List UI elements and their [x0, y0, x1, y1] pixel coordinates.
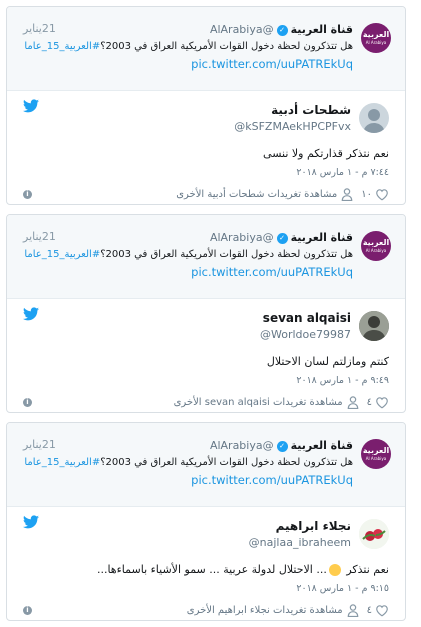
quoted-media-link[interactable]: pic.twitter.com/uuPATREkUq	[191, 57, 353, 71]
alarabiya-avatar[interactable]: العربية Al Arabiya	[361, 231, 391, 261]
avatar-logo-text: العربية	[362, 30, 390, 39]
quoted-media-link[interactable]: pic.twitter.com/uuPATREkUq	[191, 473, 353, 487]
like-count: ٤	[366, 605, 372, 616]
reply-footer: i ١٠ مشاهدة تغريدات شطحات أدبية الأخرى	[23, 188, 389, 204]
info-icon[interactable]: i	[23, 606, 32, 615]
verified-badge-icon: ✓	[276, 24, 288, 36]
user-avatar[interactable]	[359, 311, 389, 341]
flower-bouquet-icon	[359, 519, 389, 549]
quoted-text-body: هل تتذكرون لحظة دخول القوات الأمريكية ال…	[100, 457, 353, 468]
twitter-bird-icon[interactable]	[23, 307, 39, 321]
like-count: ٤	[366, 397, 372, 408]
reply-author-handle[interactable]: @najlaa_ibraheem	[249, 536, 351, 549]
reply-timestamp-link[interactable]: ٩:١٥ م - ١ مارس ٢٠١٨	[296, 583, 389, 594]
view-profile-tweets-link[interactable]: مشاهدة تغريدات sevan alqaisi الأخرى	[174, 397, 343, 408]
reply-tweet: sevan alqaisi @Worldoe79987 كنتم ومازلتم…	[7, 299, 405, 412]
quoted-tweet[interactable]: العربية Al Arabiya قناة العربية✓@AlArabi…	[7, 215, 405, 299]
hashtag-link[interactable]: #العربية_15_عاما	[24, 41, 100, 52]
quoted-media-link[interactable]: pic.twitter.com/uuPATREkUq	[191, 265, 353, 279]
reply-tweet: نجلاء ابراهيم @najlaa_ibraheem نعم نتذكر…	[7, 507, 405, 620]
quoted-author[interactable]: قناة العربية✓@AlArabiya	[210, 439, 353, 452]
reply-text: كنتم ومازلتم لسان الاحتلال	[266, 355, 389, 368]
quoted-text: هل تتذكرون لحظة دخول القوات الأمريكية ال…	[24, 41, 353, 52]
quoted-author-name[interactable]: قناة العربية	[291, 231, 353, 244]
avatar-logo-text: العربية	[362, 238, 390, 247]
pensive-face-emoji-icon	[328, 564, 341, 576]
heart-icon[interactable]	[375, 604, 389, 617]
heart-icon[interactable]	[375, 396, 389, 409]
quoted-tweet[interactable]: العربية Al Arabiya قناة العربية✓@AlArabi…	[7, 423, 405, 507]
avatar-logo-subtext: Al Arabiya	[365, 248, 387, 253]
quoted-author-handle[interactable]: @AlArabiya	[210, 231, 274, 244]
quoted-text: هل تتذكرون لحظة دخول القوات الأمريكية ال…	[24, 249, 353, 260]
default-avatar-icon	[363, 109, 385, 133]
quoted-author-handle[interactable]: @AlArabiya	[210, 23, 274, 36]
person-icon	[347, 396, 358, 409]
verified-badge-icon: ✓	[276, 232, 288, 244]
quoted-tweet[interactable]: العربية Al Arabiya قناة العربية✓@AlArabi…	[7, 7, 405, 91]
reply-text: نعم نتذكر ... الاحتلال لدولة عربية ... س…	[97, 563, 389, 576]
quoted-text-body: هل تتذكرون لحظة دخول القوات الأمريكية ال…	[100, 249, 353, 260]
quoted-author-handle[interactable]: @AlArabiya	[210, 439, 274, 452]
reply-author-handle[interactable]: @kSFZMAekHPCPFvx	[234, 120, 351, 133]
user-avatar[interactable]	[359, 519, 389, 549]
reply-timestamp-link[interactable]: ٧:٤٤ م - ١ مارس ٢٠١٨	[296, 167, 389, 178]
heart-icon[interactable]	[375, 188, 389, 201]
quoted-author[interactable]: قناة العربية✓@AlArabiya	[210, 23, 353, 36]
like-count: ١٠	[361, 189, 372, 200]
avatar-logo-subtext: Al Arabiya	[365, 40, 387, 45]
user-photo-icon	[359, 311, 389, 341]
info-icon[interactable]: i	[23, 190, 32, 199]
reply-author-handle[interactable]: @Worldoe79987	[260, 328, 351, 341]
view-profile-tweets-link[interactable]: مشاهدة تغريدات شطحات أدبية الأخرى	[176, 189, 337, 200]
quoted-date-link[interactable]: 21يناير	[23, 22, 56, 35]
info-icon[interactable]: i	[23, 398, 32, 407]
twitter-bird-icon[interactable]	[23, 515, 39, 529]
reply-footer: i ٤ مشاهدة تغريدات نجلاء ابراهيم الأخرى	[23, 604, 389, 620]
quoted-date-link[interactable]: 21يناير	[23, 438, 56, 451]
reply-timestamp-link[interactable]: ٩:٤٩ م - ١ مارس ٢٠١٨	[296, 375, 389, 386]
reply-author-name[interactable]: نجلاء ابراهيم	[276, 519, 351, 533]
alarabiya-avatar[interactable]: العربية Al Arabiya	[361, 23, 391, 53]
embedded-tweet-card: العربية Al Arabiya قناة العربية✓@AlArabi…	[6, 422, 406, 621]
hashtag-link[interactable]: #العربية_15_عاما	[24, 457, 100, 468]
verified-badge-icon: ✓	[276, 440, 288, 452]
person-icon	[341, 188, 353, 201]
user-avatar[interactable]	[359, 103, 389, 133]
reply-author-name[interactable]: شطحات أدبية	[271, 103, 351, 117]
alarabiya-avatar[interactable]: العربية Al Arabiya	[361, 439, 391, 469]
quoted-text: هل تتذكرون لحظة دخول القوات الأمريكية ال…	[24, 457, 353, 468]
quoted-author-name[interactable]: قناة العربية	[291, 23, 353, 36]
quoted-author[interactable]: قناة العربية✓@AlArabiya	[210, 231, 353, 244]
twitter-bird-icon[interactable]	[23, 99, 39, 113]
reply-author-name[interactable]: sevan alqaisi	[263, 311, 351, 325]
reply-tweet: شطحات أدبية @kSFZMAekHPCPFvx نعم نتذكر ق…	[7, 91, 405, 204]
embedded-tweet-card: العربية Al Arabiya قناة العربية✓@AlArabi…	[6, 214, 406, 413]
reply-text: نعم نتذكر قذارتكم ولا ننسى	[263, 147, 389, 160]
person-icon	[347, 604, 358, 617]
quoted-text-body: هل تتذكرون لحظة دخول القوات الأمريكية ال…	[100, 41, 353, 52]
hashtag-link[interactable]: #العربية_15_عاما	[24, 249, 100, 260]
embedded-tweet-card: العربية Al Arabiya قناة العربية✓@AlArabi…	[6, 6, 406, 205]
view-profile-tweets-link[interactable]: مشاهدة تغريدات نجلاء ابراهيم الأخرى	[187, 605, 343, 616]
reply-text-end: ... الاحتلال لدولة عربية ... سمو الأشياء…	[96, 563, 327, 576]
avatar-logo-subtext: Al Arabiya	[365, 456, 387, 461]
reply-text-start: نعم نتذكر	[346, 563, 389, 576]
quoted-date-link[interactable]: 21يناير	[23, 230, 56, 243]
avatar-logo-text: العربية	[362, 446, 390, 455]
reply-footer: i ٤ مشاهدة تغريدات sevan alqaisi الأخرى	[23, 396, 389, 412]
quoted-author-name[interactable]: قناة العربية	[291, 439, 353, 452]
